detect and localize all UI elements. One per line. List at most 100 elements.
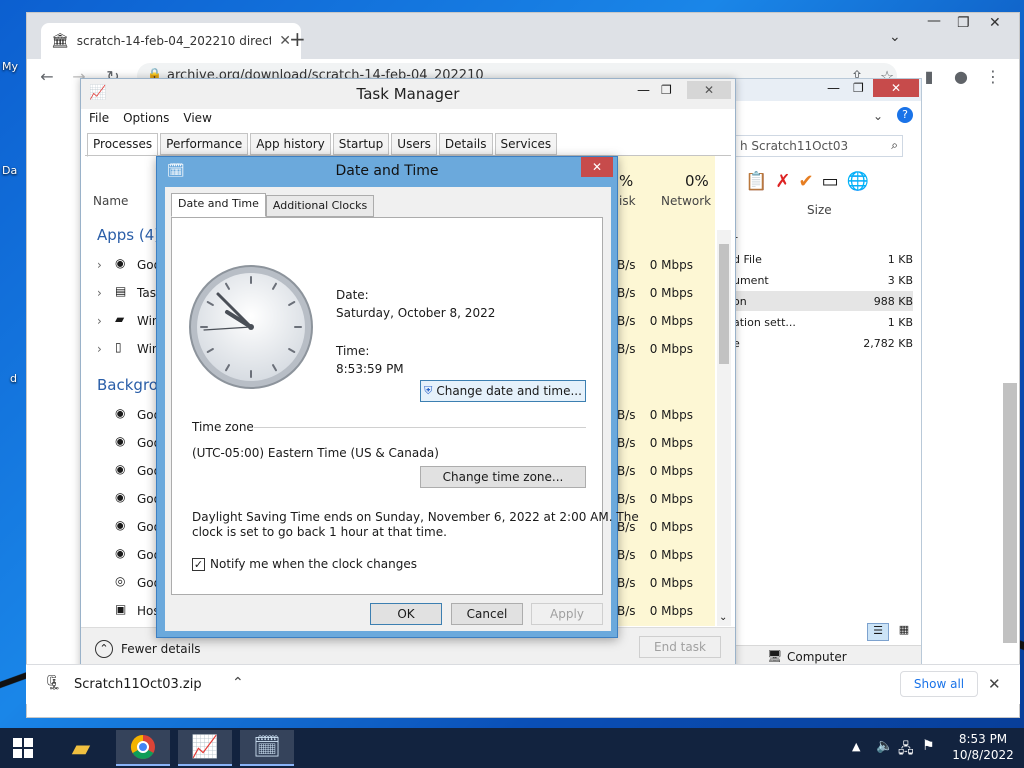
page-scrollbar[interactable] <box>1003 383 1017 643</box>
tray-overflow-chevron-icon[interactable]: ▲ <box>852 740 860 753</box>
menu-options[interactable]: Options <box>123 111 169 125</box>
delete-x-icon[interactable]: ✗ <box>775 171 790 192</box>
chrome-icon: ◉ <box>115 462 126 476</box>
scroll-down-icon[interactable]: ⌄ <box>719 612 727 623</box>
disk-pct-header[interactable]: % <box>619 172 633 190</box>
show-all-button[interactable]: Show all <box>900 671 978 697</box>
taskbar-file-explorer[interactable]: ▰ <box>54 730 108 766</box>
minimize-button[interactable]: — <box>637 83 650 98</box>
network-icon[interactable]: 🖧 <box>898 738 914 762</box>
disk-value: B/s <box>617 436 636 450</box>
scroll-thumb[interactable] <box>719 244 729 364</box>
menu-kebab-icon[interactable]: ⋮ <box>981 64 1005 88</box>
change-time-zone-button[interactable]: Change time zone... <box>420 466 586 488</box>
globe-icon[interactable]: 🌐 <box>847 171 869 192</box>
close-window-button[interactable]: ✕ <box>989 15 1001 31</box>
download-filename[interactable]: Scratch11Oct03.zip <box>74 677 202 692</box>
tab-search-icon[interactable]: ⌄ <box>889 29 901 45</box>
network-column-header[interactable]: Network <box>661 194 711 208</box>
expand-chevron-icon[interactable]: › <box>97 258 102 272</box>
file-row[interactable]: d File 1 KB <box>733 249 913 269</box>
network-value: 0 Mbps <box>649 436 693 450</box>
tab-details[interactable]: Details <box>438 133 493 155</box>
expand-chevron-icon[interactable]: › <box>97 286 102 300</box>
taskbar-chrome[interactable] <box>116 730 170 766</box>
help-icon[interactable]: ? <box>897 107 913 123</box>
file-row-selected[interactable]: on 988 KB <box>733 291 913 311</box>
disk-column-header[interactable]: isk <box>619 194 636 208</box>
time-label: Time: <box>336 344 370 358</box>
windows-logo-icon <box>13 738 33 758</box>
minimize-button[interactable]: — <box>927 13 941 29</box>
new-tab-button[interactable]: + <box>289 27 306 51</box>
notify-label[interactable]: Notify me when the clock changes <box>210 557 417 571</box>
maximize-button[interactable]: ❐ <box>957 15 970 31</box>
apply-button[interactable]: Apply <box>531 603 603 625</box>
disk-value: B/s <box>617 492 636 506</box>
file-row[interactable]: ation sett... 1 KB <box>733 312 913 332</box>
tab-users[interactable]: Users <box>391 133 437 155</box>
action-center-icon[interactable]: ⚑ <box>922 738 935 754</box>
network-value: 0 Mbps <box>649 314 693 328</box>
tab-services[interactable]: Services <box>494 133 558 155</box>
details-view-icon[interactable]: ☰ <box>867 623 889 641</box>
taskbar-task-manager[interactable]: 📈 <box>178 730 232 766</box>
chevron-up-icon[interactable]: ⌃ <box>232 675 244 691</box>
menu-file[interactable]: File <box>89 111 109 125</box>
end-task-button[interactable]: End task <box>639 636 721 658</box>
rename-icon[interactable]: ▭ <box>822 171 839 192</box>
change-date-time-button[interactable]: ⛨ Change date and time... <box>420 380 586 402</box>
back-icon[interactable]: ← <box>35 64 59 88</box>
task-manager-icon: 📈 <box>191 734 219 760</box>
taskbar-date-time[interactable]: 🗓 <box>240 730 294 766</box>
search-input[interactable]: h Scratch11Oct03 ⌕ <box>735 135 903 157</box>
process-list-scrollbar[interactable]: ⌄ <box>717 230 731 626</box>
expand-chevron-icon[interactable]: › <box>97 314 102 328</box>
folder-icon: ▰ <box>71 734 91 762</box>
tab-processes[interactable]: Processes <box>87 133 159 157</box>
close-download-bar-icon[interactable]: ✕ <box>988 675 1001 693</box>
tray-time[interactable]: 8:53 PM <box>948 732 1018 746</box>
network-value: 0 Mbps <box>649 548 693 562</box>
tab-startup[interactable]: Startup <box>332 133 390 155</box>
checkmark-icon[interactable]: ✔ <box>799 171 814 192</box>
close-dialog-button[interactable]: ✕ <box>581 157 613 177</box>
name-column-header[interactable]: Name <box>93 194 128 208</box>
volume-muted-icon[interactable]: 🔈 <box>876 738 893 754</box>
collapse-chevron-icon[interactable]: ⌃ <box>95 640 113 658</box>
size-column-header[interactable]: Size <box>807 203 832 217</box>
task-manager-tabs: Processes Performance App history Startu… <box>87 133 558 157</box>
dialog-title: Date and Time <box>335 163 439 179</box>
notify-checkbox[interactable]: ✓ <box>192 558 205 571</box>
ok-button[interactable]: OK <box>370 603 442 625</box>
cancel-button[interactable]: Cancel <box>451 603 523 625</box>
chevron-down-icon[interactable]: ⌄ <box>873 109 883 123</box>
minimize-button[interactable]: — <box>827 81 840 96</box>
desktop-icon-label[interactable]: My <box>2 60 18 73</box>
menu-view[interactable]: View <box>183 111 211 125</box>
tab-additional-clocks[interactable]: Additional Clocks <box>265 195 375 217</box>
dst-notice-line2: clock is set to go back 1 hour at that t… <box>192 525 447 539</box>
desktop-icon-label[interactable]: Da <box>2 164 17 177</box>
maximize-button[interactable]: ❐ <box>853 81 864 95</box>
network-pct-header[interactable]: 0% <box>685 172 709 190</box>
tray-date[interactable]: 10/8/2022 <box>948 748 1018 762</box>
fewer-details-link[interactable]: Fewer details <box>121 642 201 656</box>
tab-performance[interactable]: Performance <box>160 133 249 155</box>
profile-avatar-icon[interactable]: ● <box>949 64 973 88</box>
tab-date-and-time[interactable]: Date and Time <box>171 193 266 217</box>
tiles-view-icon[interactable]: ▦ <box>893 623 915 641</box>
close-window-button[interactable]: ✕ <box>687 81 731 99</box>
browser-tab[interactable]: 🏛 scratch-14-feb-04_202210 direct ✕ <box>41 23 301 59</box>
file-row[interactable]: r <box>733 229 913 249</box>
clipboard-icon[interactable]: 📋 <box>745 171 767 192</box>
desktop-icon-label[interactable]: d <box>10 372 17 385</box>
close-window-button[interactable]: ✕ <box>873 79 919 97</box>
file-row[interactable]: ument 3 KB <box>733 270 913 290</box>
tab-app-history[interactable]: App history <box>250 133 331 155</box>
expand-chevron-icon[interactable]: › <box>97 342 102 356</box>
download-bar: 🗜 Scratch11Oct03.zip ⌃ Show all ✕ <box>26 664 1020 704</box>
maximize-button[interactable]: ❐ <box>661 83 672 97</box>
file-row[interactable]: e 2,782 KB <box>733 333 913 353</box>
start-button[interactable] <box>0 730 46 766</box>
